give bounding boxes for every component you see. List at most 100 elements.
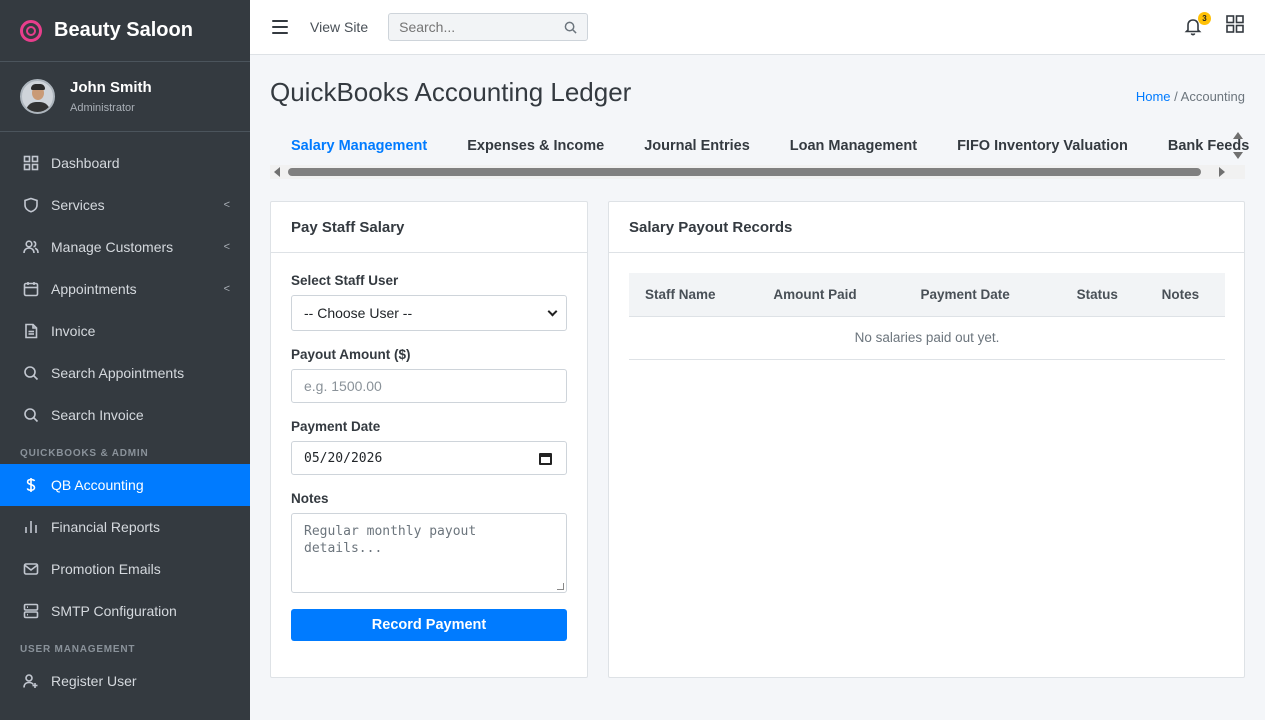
staff-user-select[interactable]: -- Choose User -- [291, 295, 567, 331]
apps-button[interactable] [1225, 14, 1245, 39]
payout-amount-label: Payout Amount ($) [291, 347, 411, 362]
calendar-icon[interactable] [539, 453, 552, 465]
tabs-container: Salary Management Expenses & Income Jour… [270, 125, 1249, 181]
tabs-horizontal-scrollbar[interactable] [270, 165, 1245, 179]
sidebar-item-label: Promotion Emails [51, 561, 161, 577]
sidebar-item-label: Register User [51, 673, 137, 689]
payout-amount-input[interactable]: e.g. 1500.00 [291, 369, 567, 403]
sidebar-nav: Dashboard Services < Manage Customers < … [0, 142, 250, 702]
records-table-wrapper: Staff Name Amount Paid Payment Date Stat… [609, 253, 1244, 360]
sidebar-item-manage-customers[interactable]: Manage Customers < [0, 226, 250, 268]
sidebar-item-label: Dashboard [51, 155, 120, 171]
tab-list: Salary Management Expenses & Income Jour… [270, 125, 1249, 167]
page-title: QuickBooks Accounting Ledger [270, 77, 632, 107]
card-title: Pay Staff Salary [271, 202, 587, 253]
sidebar-item-label: QB Accounting [51, 477, 144, 493]
sidebar-item-financial-reports[interactable]: Financial Reports [0, 506, 250, 548]
notes-label: Notes [291, 491, 329, 506]
sidebar-item-label: Invoice [51, 323, 96, 339]
scrollbar-thumb[interactable] [288, 168, 1201, 176]
brand[interactable]: Beauty Saloon [0, 0, 250, 62]
avatar [20, 79, 55, 114]
resize-handle-icon[interactable] [557, 583, 564, 590]
notifications-button[interactable]: 3 [1183, 11, 1211, 38]
card-title: Salary Payout Records [609, 202, 1244, 253]
search-box [388, 13, 589, 41]
breadcrumb-home[interactable]: Home [1136, 89, 1171, 104]
sidebar-item-search-appointments[interactable]: Search Appointments [0, 352, 250, 394]
tab-salary-management[interactable]: Salary Management [291, 138, 427, 154]
user-panel[interactable]: John Smith Administrator [0, 62, 250, 132]
sidebar-item-dashboard[interactable]: Dashboard [0, 142, 250, 184]
topbar-actions: 3 [1183, 11, 1245, 39]
sidebar-item-register-user[interactable]: Register User [0, 660, 250, 702]
users-icon [23, 239, 39, 255]
sidebar-item-appointments[interactable]: Appointments < [0, 268, 250, 310]
scroll-down-icon[interactable] [1233, 152, 1243, 159]
tab-expenses-income[interactable]: Expenses & Income [467, 138, 604, 154]
tabs-vertical-scrollbar[interactable] [1231, 130, 1245, 165]
shield-icon [23, 197, 39, 213]
dashboard-icon [23, 155, 39, 171]
staff-select-value: -- Choose User -- [304, 305, 413, 321]
sidebar-item-label: Financial Reports [51, 519, 160, 535]
column-header-amount-paid: Amount Paid [757, 273, 905, 317]
scroll-up-icon[interactable] [1233, 132, 1243, 139]
column-header-payment-date: Payment Date [904, 273, 1061, 317]
scroll-left-icon[interactable] [274, 167, 280, 177]
chevron-left-icon: < [223, 199, 230, 211]
tab-fifo-inventory-valuation[interactable]: FIFO Inventory Valuation [957, 138, 1128, 154]
sidebar-item-label: Appointments [51, 281, 137, 297]
grid-icon [1226, 15, 1244, 33]
record-payment-button[interactable]: Record Payment [291, 609, 567, 641]
dollar-icon [23, 477, 39, 493]
calendar-icon [23, 281, 39, 297]
scroll-right-icon[interactable] [1219, 167, 1225, 177]
chevron-left-icon: < [223, 283, 230, 295]
tab-journal-entries[interactable]: Journal Entries [644, 138, 750, 154]
sidebar-item-label: Services [51, 197, 105, 213]
column-header-notes: Notes [1145, 273, 1225, 317]
sidebar-item-label: Search Invoice [51, 407, 144, 423]
sidebar-item-label: Manage Customers [51, 239, 174, 255]
pay-staff-salary-card: Pay Staff Salary Select Staff User -- Ch… [270, 201, 588, 678]
notification-badge: 3 [1198, 11, 1211, 25]
table-row: No salaries paid out yet. [629, 316, 1225, 360]
search-icon [23, 407, 39, 423]
payment-date-value: 05/20/2026 [304, 450, 383, 466]
pay-salary-form: Select Staff User -- Choose User -- Payo… [271, 253, 587, 641]
breadcrumb-current: Accounting [1180, 89, 1245, 104]
breadcrumb-separator: / [1170, 89, 1181, 104]
search-icon [23, 365, 39, 381]
breadcrumb: Home / Accounting [1136, 89, 1245, 104]
mail-icon [23, 561, 39, 577]
tab-loan-management[interactable]: Loan Management [790, 138, 917, 154]
menu-toggle-icon[interactable] [272, 20, 288, 34]
empty-state-text: No salaries paid out yet. [629, 316, 1225, 360]
payout-amount-placeholder: e.g. 1500.00 [304, 378, 382, 394]
salary-payout-records-card: Salary Payout Records Staff Name Amount … [608, 201, 1245, 678]
payment-date-label: Payment Date [291, 419, 381, 434]
bar-chart-icon [23, 519, 39, 535]
sidebar: Beauty Saloon John Smith Administrator D… [0, 0, 250, 720]
sidebar-header-quickbooks: QUICKBOOKS & ADMIN [20, 448, 149, 459]
server-icon [23, 603, 39, 619]
sidebar-item-promotion-emails[interactable]: Promotion Emails [0, 548, 250, 590]
notes-placeholder: Regular monthly payout details... [304, 524, 477, 556]
user-name: John Smith [70, 79, 152, 96]
sidebar-item-search-invoice[interactable]: Search Invoice [0, 394, 250, 436]
view-site-link[interactable]: View Site [310, 19, 368, 35]
table-header-row: Staff Name Amount Paid Payment Date Stat… [629, 273, 1225, 317]
notes-textarea[interactable]: Regular monthly payout details... [291, 513, 567, 593]
search-icon[interactable] [564, 21, 577, 34]
chevron-down-icon [547, 306, 558, 317]
sidebar-item-invoice[interactable]: Invoice [0, 310, 250, 352]
sidebar-item-services[interactable]: Services < [0, 184, 250, 226]
main-content: QuickBooks Accounting Ledger Home / Acco… [250, 55, 1265, 720]
sidebar-header-user-management: USER MANAGEMENT [20, 644, 136, 655]
sidebar-item-smtp-configuration[interactable]: SMTP Configuration [0, 590, 250, 632]
sidebar-item-label: Search Appointments [51, 365, 185, 381]
payment-date-input[interactable]: 05/20/2026 [291, 441, 567, 475]
search-input[interactable] [399, 19, 565, 35]
sidebar-item-qb-accounting[interactable]: QB Accounting [0, 464, 250, 506]
